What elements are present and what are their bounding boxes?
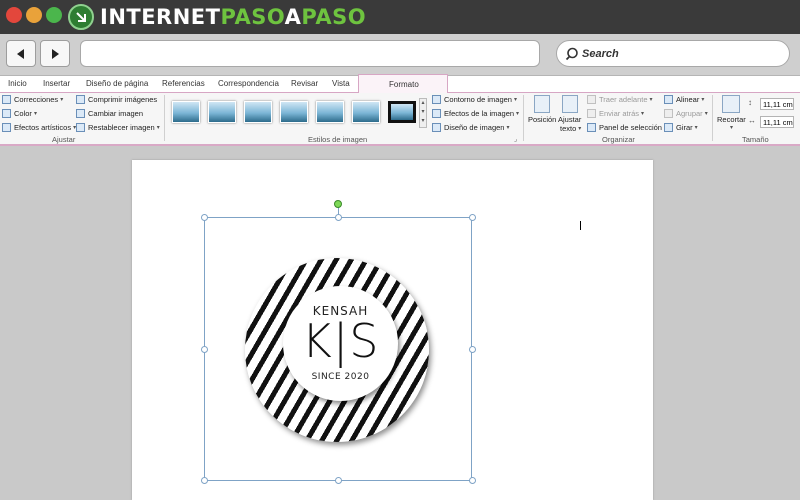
tab-inicio[interactable]: Inicio (8, 79, 27, 88)
ajustar-texto-label-2: texto ▾ (560, 124, 582, 133)
send-backward-icon (587, 109, 596, 118)
styles-gallery-scroll[interactable]: ▴ ▾ ▾ (419, 98, 427, 128)
resize-handle-top[interactable] (335, 214, 342, 221)
group-estilos-label: Estilos de imagen (308, 135, 368, 144)
group-tamano-label: Tamaño (742, 135, 769, 144)
rotate-icon (664, 123, 673, 132)
outline-icon (432, 95, 441, 104)
rotation-handle[interactable] (334, 200, 342, 208)
artistic-effects-icon (2, 123, 11, 132)
picture-style-3[interactable] (244, 101, 272, 123)
compress-icon (76, 95, 85, 104)
image-selection-frame[interactable] (204, 217, 472, 481)
group-icon (664, 109, 673, 118)
diseno-de-imagen-button[interactable]: Diseño de imagen ▾ (432, 123, 509, 132)
ribbon-tab-row: Inicio Insertar Diseño de página Referen… (0, 74, 800, 93)
search-icon (565, 47, 578, 60)
position-icon (534, 95, 550, 113)
search-input[interactable]: Search (556, 40, 790, 67)
picture-effects-icon (432, 109, 441, 118)
group-ajustar-label: Ajustar (52, 135, 76, 144)
restablecer-imagen-button[interactable]: Restablecer imagen ▾ (76, 123, 160, 132)
forward-button[interactable] (40, 40, 70, 67)
address-bar[interactable] (80, 40, 540, 67)
change-picture-icon (76, 109, 85, 118)
picture-style-4[interactable] (280, 101, 308, 123)
resize-handle-bottom-right[interactable] (469, 477, 476, 484)
enviar-atras-button[interactable]: Enviar atrás ▾ (587, 109, 644, 118)
picture-style-1[interactable] (172, 101, 200, 123)
efectos-artisticos-button[interactable]: Efectos artísticos ▾ (2, 123, 76, 132)
picture-style-2[interactable] (208, 101, 236, 123)
correcciones-button[interactable]: Correcciones ▾ (2, 95, 63, 104)
posicion-button[interactable]: Posición (528, 115, 556, 124)
site-logo: INTERNETPASOAPASO (68, 4, 366, 30)
width-icon: ↔ (748, 116, 756, 125)
picture-style-5[interactable] (316, 101, 344, 123)
resize-handle-left[interactable] (201, 346, 208, 353)
resize-handle-top-left[interactable] (201, 214, 208, 221)
resize-handle-bottom[interactable] (335, 477, 342, 484)
recortar-button[interactable]: Recortar (717, 115, 746, 124)
group-divider (164, 95, 165, 141)
tab-formato[interactable]: Formato (358, 74, 448, 93)
wrap-text-icon (562, 95, 578, 113)
tab-referencias[interactable]: Referencias (162, 79, 205, 88)
selection-pane-icon (587, 123, 596, 132)
ajustar-texto-button[interactable]: Ajustar (558, 115, 581, 124)
reset-picture-icon (76, 123, 85, 132)
girar-button[interactable]: Girar ▾ (664, 123, 698, 132)
tab-insertar[interactable]: Insertar (43, 79, 70, 88)
forward-arrow-icon (52, 48, 59, 59)
color-button[interactable]: Color ▾ (2, 109, 37, 118)
crop-icon (722, 95, 740, 113)
tab-revisar[interactable]: Revisar (291, 79, 318, 88)
picture-layout-icon (432, 123, 441, 132)
tab-correspondencia[interactable]: Correspondencia (218, 79, 279, 88)
logo-text: INTERNETPASOAPASO (100, 5, 367, 29)
align-icon (664, 95, 673, 104)
logo-badge-icon (68, 4, 94, 30)
width-field[interactable]: 11,11 cm (760, 116, 794, 128)
picture-style-6[interactable] (352, 101, 380, 123)
comprimir-imagenes-button[interactable]: Comprimir imágenes (76, 95, 157, 104)
panel-de-seleccion-button[interactable]: Panel de selección (587, 123, 662, 132)
resize-handle-top-right[interactable] (469, 214, 476, 221)
back-button[interactable] (6, 40, 36, 67)
maximize-window-button[interactable] (46, 7, 62, 23)
dialog-launcher-icon[interactable]: ⌟ (514, 135, 517, 143)
height-field[interactable]: 11,11 cm (760, 98, 794, 110)
group-divider (523, 95, 524, 141)
ribbon: Correcciones ▾ Color ▾ Efectos artísticos ▾… (0, 93, 800, 146)
resize-handle-bottom-left[interactable] (201, 477, 208, 484)
color-icon (2, 109, 11, 118)
tab-formato-label: Formato (389, 80, 419, 89)
corrections-icon (2, 95, 11, 104)
group-organizar-label: Organizar (602, 135, 635, 144)
bring-forward-icon (587, 95, 596, 104)
search-placeholder: Search (582, 47, 619, 60)
alinear-button[interactable]: Alinear ▾ (664, 95, 704, 104)
traer-adelante-button[interactable]: Traer adelante ▾ (587, 95, 653, 104)
minimize-window-button[interactable] (26, 7, 42, 23)
browser-toolbar: Search (0, 34, 800, 76)
title-bar: INTERNETPASOAPASO (0, 0, 800, 34)
efectos-de-la-imagen-button[interactable]: Efectos de la imagen ▾ (432, 109, 519, 118)
height-icon: ↕ (748, 98, 752, 107)
tab-vista[interactable]: Vista (332, 79, 350, 88)
resize-handle-right[interactable] (469, 346, 476, 353)
tab-diseno-de-pagina[interactable]: Diseño de página (86, 79, 148, 88)
cambiar-imagen-button[interactable]: Cambiar imagen (76, 109, 143, 118)
text-cursor (580, 221, 581, 230)
close-window-button[interactable] (6, 7, 22, 23)
recortar-dropdown-icon[interactable]: ▾ (730, 124, 733, 131)
back-arrow-icon (17, 48, 24, 59)
group-divider (712, 95, 713, 141)
contorno-de-imagen-button[interactable]: Contorno de imagen ▾ (432, 95, 517, 104)
picture-style-7[interactable] (388, 101, 416, 123)
agrupar-button[interactable]: Agrupar ▾ (664, 109, 708, 118)
